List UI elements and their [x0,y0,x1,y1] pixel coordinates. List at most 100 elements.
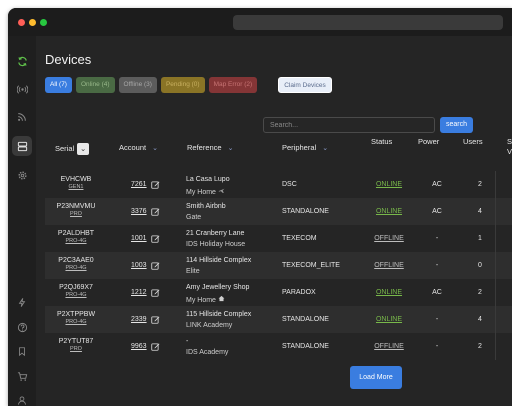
users-cell: 1 [478,235,482,242]
users-cell: 4 [478,208,482,215]
refresh-icon[interactable] [12,51,32,71]
power-cell: - [435,343,439,350]
peripheral-cell: STANDALONE [282,343,329,350]
reference-cell: 115 Hillside Complex LINK Academy [186,311,251,329]
device-model-link[interactable]: GEN1 [47,184,105,190]
status-link[interactable]: ONLINE [369,316,409,323]
reference-location: My Home [186,297,216,304]
status-link[interactable]: ONLINE [369,208,409,215]
status-link[interactable]: OFFLINE [369,235,409,242]
reference-location: IDS Academy [186,349,229,356]
filter-offline[interactable]: Offline (3) [118,77,157,93]
sort-dropdown-icon[interactable]: ⌄ [77,143,90,155]
col-reference[interactable]: Reference ⌄ [187,143,233,152]
col-account[interactable]: Account ⌄ [119,143,158,152]
table-header: Serial ⌄ Account ⌄ Reference ⌄ Peripheral ⌄ … [45,134,512,171]
account-link[interactable]: 7261 [131,181,147,188]
account-link[interactable]: 1001 [131,235,147,242]
devices-icon[interactable] [12,136,32,156]
app-window: Devices All (7) Online (4) Offline (3) P… [8,8,512,406]
account-link[interactable]: 1212 [131,289,147,296]
minimize-window-button[interactable] [29,19,36,26]
users-cell: 2 [478,181,482,188]
col-reference-label: Reference [187,143,222,152]
edit-icon[interactable] [151,342,160,351]
device-model-link[interactable]: PRO [47,211,105,217]
device-model-link[interactable]: PRO [47,346,105,352]
reference-sub: My Home [186,187,230,196]
reference-cell: 114 Hillside Complex Elite [186,257,251,275]
search-input[interactable] [263,117,435,133]
status-link[interactable]: ONLINE [369,181,409,188]
table-row[interactable]: P23NMVMU PRO 3376 Smith Airbnb Gate STANDALON… [45,198,512,225]
peripheral-cell: DSC [282,181,297,188]
filter-online[interactable]: Online (4) [75,77,115,93]
column-divider [495,252,496,279]
account-link[interactable]: 2339 [131,316,147,323]
address-bar[interactable] [233,15,503,30]
title-bar [8,8,512,36]
col-account-label: Account [119,143,147,152]
serial-cell: P2C3AAE0 PRO-4G [47,257,105,271]
settings-icon[interactable] [12,165,32,185]
claim-devices-button[interactable]: Claim Devices [278,77,332,93]
table-row[interactable]: P2C3AAE0 PRO-4G 1003 114 Hillside Complex El… [45,252,512,279]
serial-number: P23NMVMU [56,203,96,210]
filter-map-error[interactable]: Map Error (2) [208,77,258,93]
edit-icon[interactable] [151,180,160,189]
filter-all[interactable]: All (7) [45,77,72,93]
edit-icon[interactable] [151,288,160,297]
power-cell: AC [432,208,442,215]
load-more-button[interactable]: Load More [350,366,402,389]
account-link[interactable]: 1003 [131,262,147,269]
status-link[interactable]: OFFLINE [369,262,409,269]
edit-icon[interactable] [151,315,160,324]
col-serial[interactable]: Serial ⌄ [55,143,90,155]
reference-name: 114 Hillside Complex [186,257,252,264]
device-model-link[interactable]: PRO-4G [47,265,105,271]
table-row[interactable]: P2ALDHBT PRO-4G 1001 21 Cranberry Lane IDS H… [45,225,512,252]
broadcast-icon[interactable] [12,79,32,99]
reference-location: Elite [186,268,200,275]
reference-cell: Smith Airbnb Gate [186,203,226,221]
reference-location: Gate [186,214,202,221]
help-icon[interactable] [12,317,32,337]
close-window-button[interactable] [18,19,25,26]
col-extra: S V [507,137,512,156]
filter-bar: All (7) Online (4) Offline (3) Pending (… [45,77,332,93]
column-divider [495,333,496,360]
device-model-link[interactable]: PRO-4G [47,238,105,244]
device-model-link[interactable]: PRO-4G [47,319,105,325]
account-link[interactable]: 9963 [131,343,147,350]
peripheral-cell: STANDALONE [282,208,329,215]
power-cell: - [435,235,439,242]
cart-icon[interactable] [12,366,32,386]
edit-icon[interactable] [151,234,160,243]
account-link[interactable]: 3376 [131,208,147,215]
edit-icon[interactable] [151,207,160,216]
rss-icon[interactable] [12,107,32,127]
page-title: Devices [45,52,92,67]
serial-number: P2ALDHBT [57,230,95,237]
device-model-link[interactable]: PRO-4G [47,292,105,298]
col-peripheral[interactable]: Peripheral ⌄ [282,143,328,152]
maximize-window-button[interactable] [40,19,47,26]
reference-location: IDS Holiday House [186,241,246,248]
table-row[interactable]: P2QJ69X7 PRO-4G 1212 Amy Jewellery Shop My H… [45,279,512,306]
table-row[interactable]: EVHCWB GEN1 7261 La Casa Lupo My Home DSC ONL… [45,171,512,198]
search-button[interactable]: search [440,117,473,133]
reference-name: 115 Hillside Complex [186,311,252,318]
status-link[interactable]: ONLINE [369,289,409,296]
col-power: Power [418,137,440,146]
status-link[interactable]: OFFLINE [369,343,409,350]
bolt-icon[interactable] [12,292,32,312]
serial-cell: P2ALDHBT PRO-4G [47,230,105,244]
table-row[interactable]: P2XTPPBW PRO-4G 2339 115 Hillside Complex LI… [45,306,512,333]
table-row[interactable]: P2YTUT87 PRO 9963 - IDS Academy STANDALONE OFF… [45,333,512,360]
edit-icon[interactable] [151,261,160,270]
filter-pending[interactable]: Pending (0) [160,77,205,93]
bookmark-icon[interactable] [12,341,32,361]
user-icon[interactable] [12,390,32,406]
column-divider [495,198,496,225]
users-cell: 0 [478,262,482,269]
